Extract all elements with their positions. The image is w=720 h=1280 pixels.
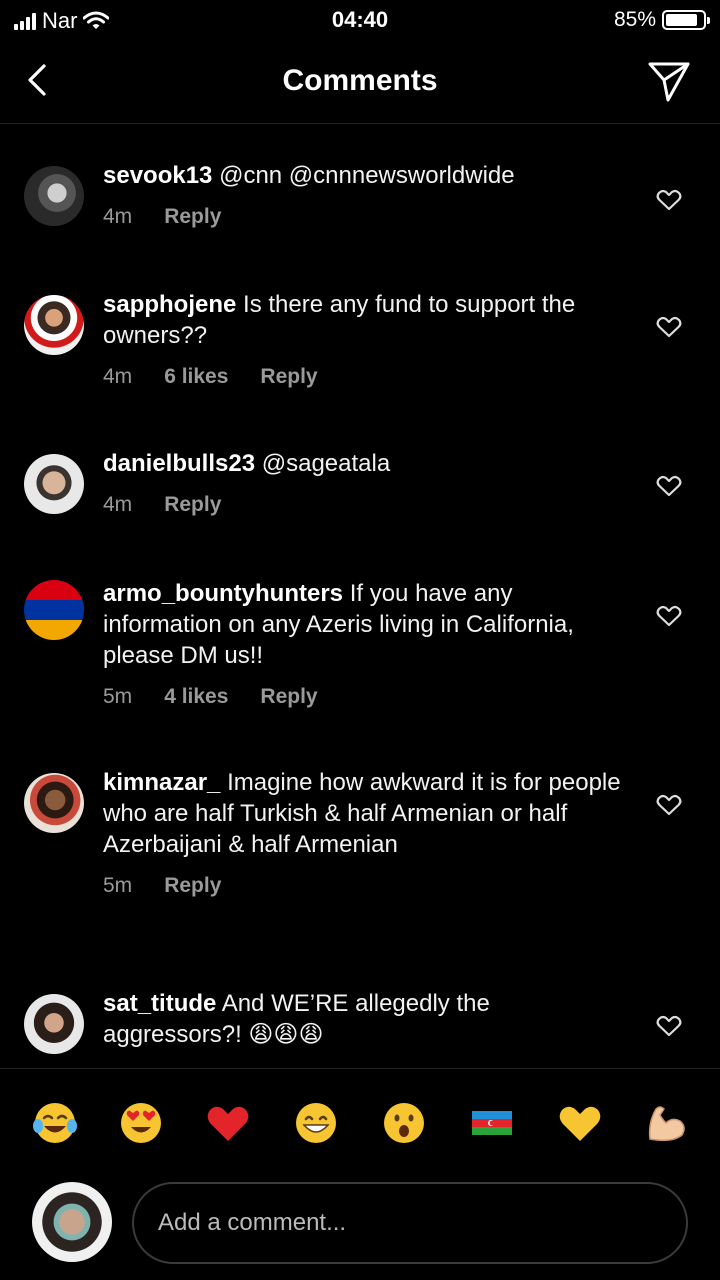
comment-composer bbox=[0, 1174, 720, 1280]
heart-outline-icon bbox=[656, 475, 682, 497]
comment-input[interactable] bbox=[132, 1182, 688, 1264]
comment-text: @sageatala bbox=[255, 450, 391, 477]
comment-username[interactable]: sevook13 bbox=[103, 162, 212, 189]
heart-outline-icon bbox=[656, 1015, 682, 1037]
comment-username[interactable]: sat_titude bbox=[103, 990, 216, 1017]
avatar[interactable] bbox=[24, 773, 84, 833]
header: Comments bbox=[0, 40, 720, 124]
like-button[interactable] bbox=[656, 793, 682, 817]
comment-time: 4m bbox=[103, 205, 133, 228]
like-button[interactable] bbox=[656, 1014, 682, 1038]
comment-time: 5m bbox=[103, 685, 133, 708]
surprised-face-icon[interactable] bbox=[380, 1099, 428, 1147]
comment-time: 5m bbox=[103, 874, 133, 897]
avatar[interactable] bbox=[24, 166, 84, 226]
avatar[interactable] bbox=[24, 580, 84, 640]
comment-username[interactable]: sapphojene bbox=[103, 291, 236, 318]
battery-level bbox=[666, 14, 697, 26]
battery-icon bbox=[662, 10, 710, 30]
comment-time: 4m bbox=[103, 493, 133, 516]
status-time: 04:40 bbox=[331, 7, 389, 32]
yellow-heart-icon[interactable] bbox=[556, 1099, 604, 1147]
reply-button[interactable]: Reply bbox=[164, 205, 221, 229]
emoji-quick-bar bbox=[0, 1068, 720, 1174]
heart-outline-icon bbox=[656, 794, 682, 816]
comments-list: sevook13 @cnn @cnnnewsworldwide 4m Reply… bbox=[0, 124, 720, 1068]
likes-count[interactable]: 4 likes bbox=[164, 685, 228, 709]
avatar[interactable] bbox=[24, 454, 84, 514]
reply-button[interactable]: Reply bbox=[164, 874, 221, 898]
reply-button[interactable]: Reply bbox=[260, 365, 317, 389]
grinning-face-icon[interactable] bbox=[292, 1099, 340, 1147]
azerbaijan-flag-icon[interactable] bbox=[468, 1099, 516, 1147]
reply-button[interactable]: Reply bbox=[260, 685, 317, 709]
page-title: Comments bbox=[282, 64, 438, 97]
status-right: 85% bbox=[613, 8, 710, 32]
comment-meta: 4m 6 likes Reply bbox=[103, 365, 623, 389]
heart-outline-icon bbox=[656, 189, 682, 211]
paper-plane-icon bbox=[648, 62, 690, 102]
heart-outline-icon bbox=[656, 605, 682, 627]
status-bar: Nar 04:40 85% bbox=[0, 0, 720, 40]
avatar[interactable] bbox=[24, 994, 84, 1054]
reply-button[interactable]: Reply bbox=[164, 493, 221, 517]
like-button[interactable] bbox=[656, 188, 682, 212]
avatar[interactable] bbox=[24, 295, 84, 355]
comment-meta: 5m Reply bbox=[103, 874, 623, 898]
comment-username[interactable]: danielbulls23 bbox=[103, 450, 255, 477]
heart-eyes-icon[interactable] bbox=[117, 1099, 165, 1147]
red-heart-icon[interactable] bbox=[204, 1099, 252, 1147]
face-with-tears-of-joy-icon[interactable] bbox=[31, 1099, 79, 1147]
heart-outline-icon bbox=[656, 316, 682, 338]
comment-time: 4m bbox=[103, 365, 133, 388]
comment-username[interactable]: kimnazar_ bbox=[103, 769, 220, 796]
avatar bbox=[32, 1182, 112, 1262]
comment-text: @cnn @cnnnewsworldwide bbox=[212, 162, 515, 189]
comment-meta: 4m Reply bbox=[103, 493, 623, 517]
flexed-biceps-icon[interactable] bbox=[642, 1099, 690, 1147]
likes-count[interactable]: 6 likes bbox=[164, 365, 228, 389]
comment-username[interactable]: armo_bountyhunters bbox=[103, 580, 343, 607]
share-button[interactable] bbox=[646, 58, 692, 104]
comment-meta: 4m Reply bbox=[103, 205, 623, 229]
like-button[interactable] bbox=[656, 315, 682, 339]
comment-meta: 5m 4 likes Reply bbox=[103, 685, 623, 709]
battery-percent: 85% bbox=[613, 8, 656, 31]
like-button[interactable] bbox=[656, 474, 682, 498]
like-button[interactable] bbox=[656, 604, 682, 628]
